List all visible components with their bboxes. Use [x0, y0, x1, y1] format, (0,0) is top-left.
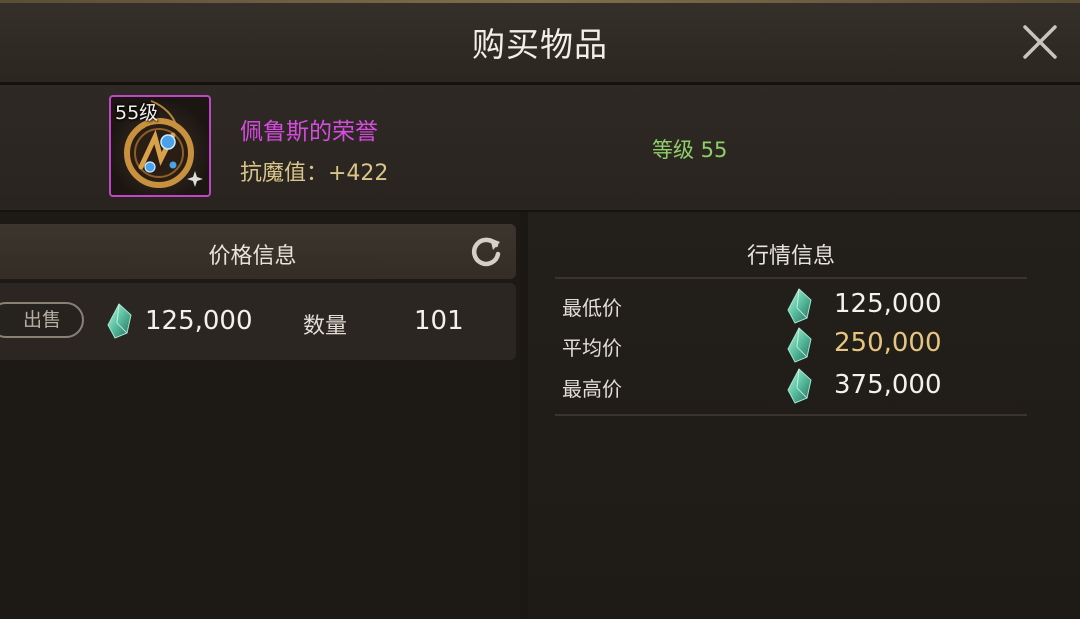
market-divider-top: [555, 277, 1027, 279]
sell-button[interactable]: 出售: [0, 302, 84, 338]
gem-icon: [787, 288, 812, 324]
dialog-title: 购买物品: [472, 25, 608, 64]
title-bar-trim: [0, 0, 1080, 3]
market-value-average: 250,000: [834, 328, 942, 358]
refresh-button[interactable]: [469, 234, 503, 268]
market-value-lowest: 125,000: [834, 289, 942, 319]
market-value-highest: 375,000: [834, 370, 942, 400]
item-name: 佩鲁斯的荣誉: [240, 119, 378, 145]
price-panel-title: 价格信息: [208, 244, 297, 269]
item-stat: 抗魔值：+422: [240, 161, 389, 186]
quantity-value: 101: [414, 306, 464, 336]
item-icon-frame[interactable]: 55级: [109, 95, 211, 197]
close-icon: [1023, 25, 1057, 59]
market-divider-bottom: [555, 414, 1027, 416]
item-level-tag: 55级: [115, 102, 159, 124]
market-label-average: 平均价: [562, 336, 622, 360]
gem-icon: [107, 303, 132, 339]
refresh-icon: [471, 237, 501, 267]
market-panel-title: 行情信息: [746, 244, 835, 269]
market-label-lowest: 最低价: [562, 296, 622, 320]
quantity-label: 数量: [303, 314, 348, 339]
close-button[interactable]: [1020, 22, 1060, 62]
market-label-highest: 最高价: [562, 377, 622, 401]
gem-icon: [787, 368, 812, 404]
price-value: 125,000: [145, 306, 253, 336]
item-grade: 等级 55: [652, 138, 728, 162]
gem-icon: [787, 327, 812, 363]
